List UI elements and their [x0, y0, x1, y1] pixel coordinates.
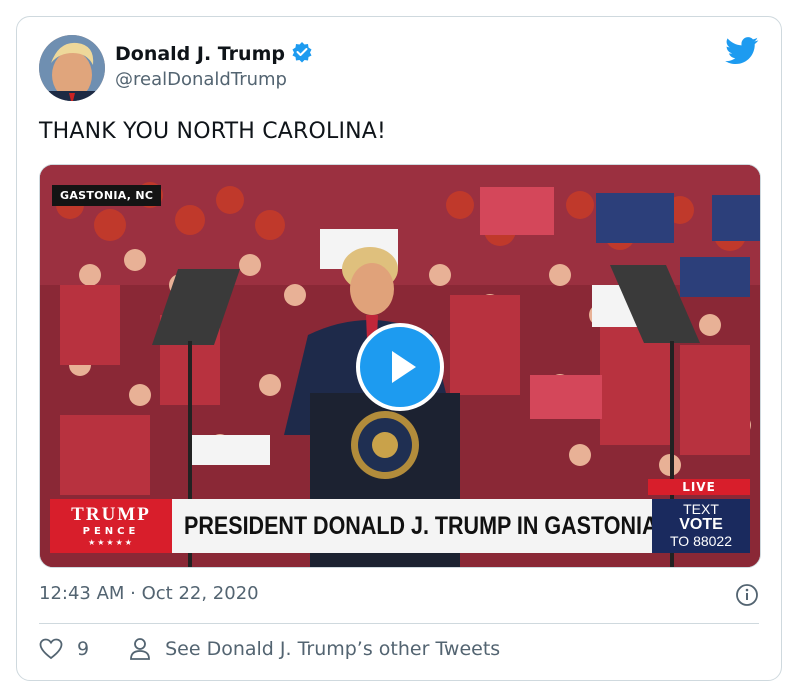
video-player[interactable]: GASTONIA, NC LIVE TRUMP PENCE ★★★★★ PRES… — [39, 164, 761, 568]
author-row[interactable]: Donald J. Trump — [115, 41, 313, 67]
author-name[interactable]: Donald J. Trump — [115, 43, 285, 65]
twitter-bird-icon[interactable] — [725, 37, 759, 69]
other-tweets-link[interactable]: See Donald J. Trump’s other Tweets — [129, 637, 500, 661]
like-button[interactable]: 9 — [39, 638, 89, 660]
other-tweets-label[interactable]: See Donald J. Trump’s other Tweets — [165, 638, 500, 660]
tweet-timestamp[interactable]: 12:43 AM · Oct 22, 2020 — [39, 583, 259, 604]
verified-badge-icon — [291, 41, 313, 67]
text-vote-line1: TEXT — [683, 501, 719, 517]
tweet-card[interactable]: Donald J. Trump @realDonaldTrump THANK Y… — [16, 16, 782, 681]
chyron-headline: PRESIDENT DONALD J. TRUMP IN GASTONIA, N… — [184, 512, 670, 540]
like-count: 9 — [77, 638, 90, 660]
logo-stars: ★★★★★ — [88, 538, 134, 547]
text-vote-line2: VOTE — [679, 516, 723, 533]
person-icon — [130, 638, 150, 660]
text-vote-line3: TO 88022 — [669, 533, 732, 549]
text-vote-box: TEXT VOTE TO 88022 — [652, 499, 750, 553]
play-button[interactable] — [356, 323, 444, 411]
tweet-actions: 9 See Donald J. Trump’s other Tweets — [39, 637, 500, 661]
info-icon[interactable] — [735, 583, 759, 611]
live-badge: LIVE — [648, 479, 750, 495]
tweet-text: THANK YOU NORTH CAROLINA! — [39, 119, 387, 144]
divider — [39, 623, 759, 624]
trump-pence-logo: TRUMP PENCE ★★★★★ — [50, 499, 172, 553]
logo-pence-text: PENCE — [82, 526, 140, 537]
logo-trump-text: TRUMP — [71, 504, 151, 525]
author-handle[interactable]: @realDonaldTrump — [115, 69, 287, 90]
avatar[interactable] — [39, 35, 105, 101]
heart-icon — [39, 638, 63, 660]
play-icon — [392, 351, 416, 383]
news-chyron: TRUMP PENCE ★★★★★ PRESIDENT DONALD J. TR… — [50, 499, 750, 553]
location-tag: GASTONIA, NC — [52, 185, 162, 206]
